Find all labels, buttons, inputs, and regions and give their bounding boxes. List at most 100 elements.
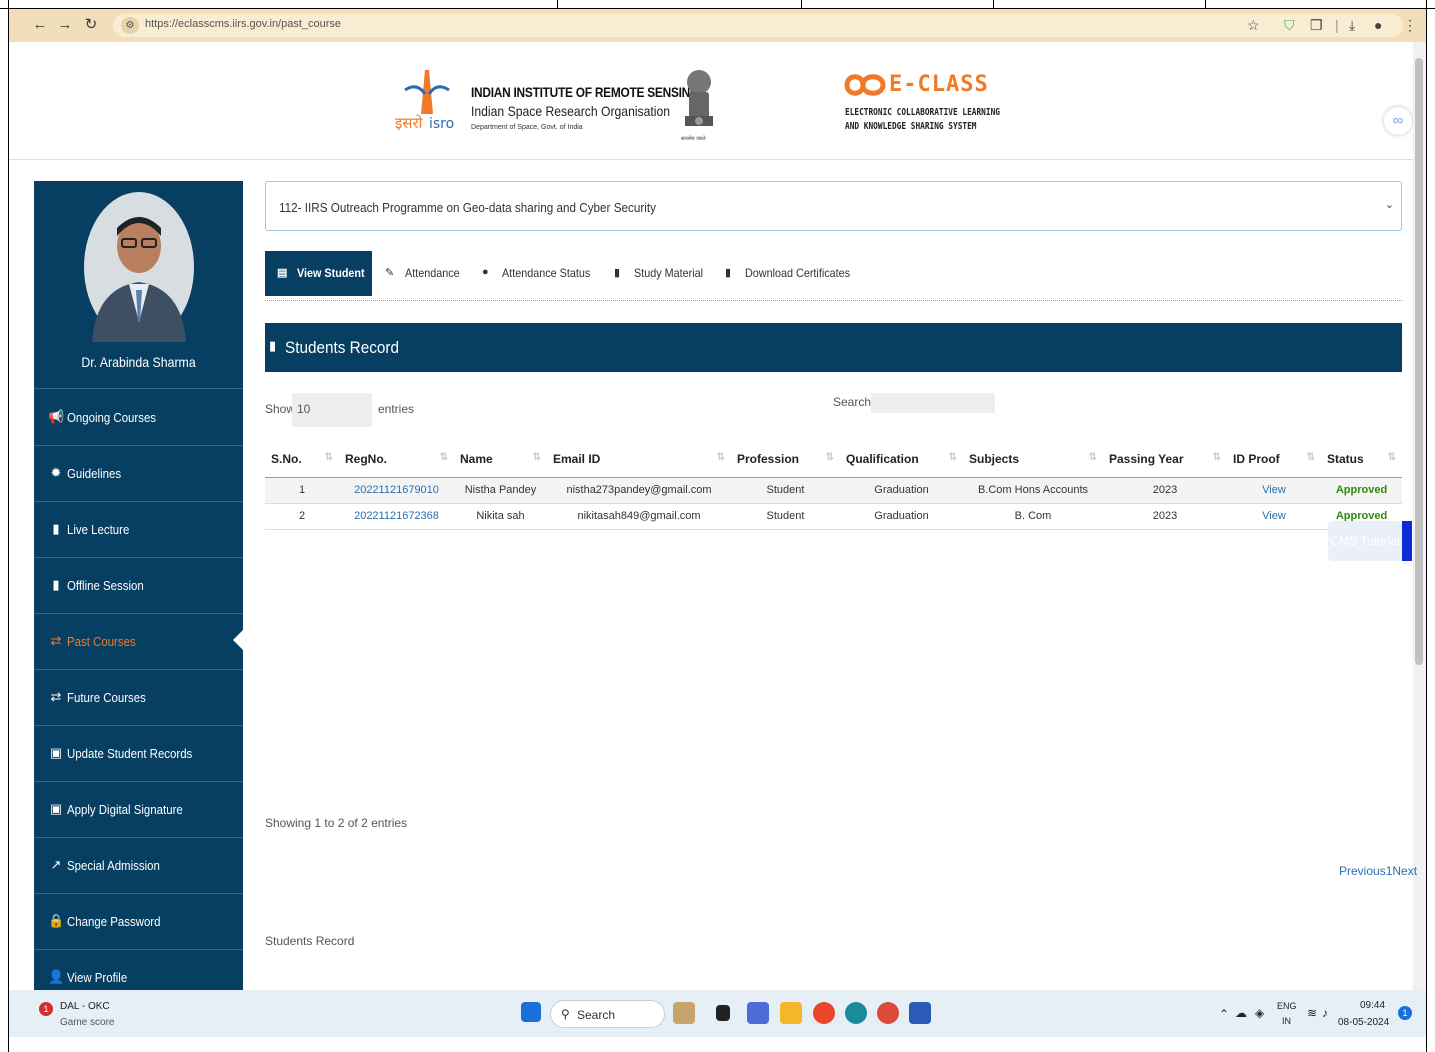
id-proof-view-link[interactable]: View bbox=[1227, 503, 1321, 530]
chrome-icon[interactable] bbox=[813, 1002, 835, 1024]
sidebar-item-guidelines[interactable]: ✹ Guidelines bbox=[34, 446, 243, 502]
table-row: 1 20221121679010 Nistha Pandey nistha273pan… bbox=[265, 477, 1402, 504]
column-header-label: Status bbox=[1327, 451, 1364, 466]
sidebar-item-past-courses[interactable]: ⇄ Past Courses bbox=[34, 614, 243, 670]
scrollbar-thumb[interactable] bbox=[1415, 58, 1423, 665]
tab-view-student[interactable]: ▤ View Student bbox=[265, 251, 372, 296]
sort-icon[interactable]: ⇅ bbox=[1307, 452, 1315, 463]
tray-cloud-icon[interactable]: ☁ bbox=[1235, 1006, 1247, 1020]
wifi-icon[interactable]: ≋ bbox=[1307, 1006, 1317, 1020]
column-header[interactable]: ID Proof ⇅ bbox=[1227, 441, 1321, 478]
sidebar-item-future-courses[interactable]: ⇄ Future Courses bbox=[34, 670, 243, 726]
site-info-icon[interactable]: ⚙ bbox=[121, 17, 139, 34]
gear-icon: ✹ bbox=[50, 465, 62, 480]
menu-kebab-icon[interactable]: ⋮ bbox=[1403, 16, 1417, 34]
book-icon: ▮ bbox=[269, 338, 277, 353]
sidebar-item-change-password[interactable]: 🔒 Change Password bbox=[34, 894, 243, 950]
footer-students-record: Students Record bbox=[265, 934, 355, 948]
entries-per-page-select[interactable]: 10 bbox=[292, 393, 372, 427]
sidebar-item-apply-digital-signature[interactable]: ▣ Apply Digital Signature bbox=[34, 782, 243, 838]
edge-icon[interactable] bbox=[845, 1002, 867, 1024]
table-cell: nikitasah849@gmail.com bbox=[547, 503, 731, 530]
volume-icon[interactable]: ♪ bbox=[1322, 1006, 1328, 1020]
sort-icon[interactable]: ⇅ bbox=[1388, 452, 1396, 463]
weather-subtitle[interactable]: Game score bbox=[60, 1017, 114, 1028]
language-indicator[interactable]: ENG bbox=[1277, 1001, 1297, 1011]
notification-badge[interactable]: 1 bbox=[1398, 1006, 1412, 1020]
column-header[interactable]: Status ⇅ bbox=[1321, 441, 1402, 478]
column-header[interactable]: Subjects ⇅ bbox=[963, 441, 1103, 478]
sort-icon[interactable]: ⇅ bbox=[1213, 452, 1221, 463]
page-scrollbar[interactable] bbox=[1413, 42, 1426, 990]
url-text[interactable]: https://eclasscms.iirs.gov.in/past_cours… bbox=[145, 18, 341, 30]
column-header[interactable]: Passing Year ⇅ bbox=[1103, 441, 1227, 478]
bookmark-star-icon[interactable]: ☆ bbox=[1247, 16, 1260, 34]
reload-button[interactable]: ↻ bbox=[82, 16, 100, 34]
cms-tutorial-button[interactable]: CMS Tutorial bbox=[1328, 521, 1402, 561]
task-view-icon[interactable] bbox=[716, 1005, 730, 1021]
entries-per-page-value[interactable]: 10 bbox=[297, 402, 310, 416]
sort-icon[interactable]: ⇅ bbox=[440, 452, 448, 463]
sidebar-item-special-admission[interactable]: ↗ Special Admission bbox=[34, 838, 243, 894]
frame-right-rule bbox=[1426, 0, 1427, 1052]
tray-app-icon[interactable]: ◈ bbox=[1255, 1006, 1264, 1020]
teams-icon[interactable] bbox=[747, 1002, 769, 1024]
sort-icon[interactable]: ⇅ bbox=[325, 452, 333, 463]
forward-button[interactable]: → bbox=[56, 16, 74, 34]
column-header[interactable]: Qualification ⇅ bbox=[840, 441, 963, 478]
profile-avatar-icon[interactable]: ● bbox=[1374, 16, 1382, 34]
chrome-active-icon[interactable] bbox=[877, 1002, 899, 1024]
column-header[interactable]: Email ID ⇅ bbox=[547, 441, 731, 478]
table-cell: nistha273pandey@gmail.com bbox=[547, 477, 731, 504]
sidebar-item-ongoing-courses[interactable]: 📢 Ongoing Courses bbox=[34, 390, 243, 446]
side-panel-button[interactable]: ∞ bbox=[1384, 107, 1412, 135]
column-header[interactable]: Name ⇅ bbox=[454, 441, 547, 478]
extensions-icon[interactable]: ❒ bbox=[1310, 16, 1323, 34]
tab-attendance[interactable]: ✎ Attendance bbox=[373, 251, 469, 296]
tab-download-certificates[interactable]: ▮ Download Certificates bbox=[713, 251, 863, 296]
sidebar-item-update-student-records[interactable]: ▣ Update Student Records bbox=[34, 726, 243, 782]
sort-icon[interactable]: ⇅ bbox=[533, 452, 541, 463]
sidebar-item-live-lecture[interactable]: ▮ Live Lecture bbox=[34, 502, 243, 558]
eclass-logo-icon bbox=[844, 74, 886, 96]
sort-icon[interactable]: ⇅ bbox=[949, 452, 957, 463]
column-header[interactable]: S.No. ⇅ bbox=[265, 441, 339, 478]
sort-icon[interactable]: ⇅ bbox=[717, 452, 725, 463]
tab-label: Attendance bbox=[405, 266, 460, 280]
windows-start-icon[interactable] bbox=[521, 1002, 541, 1022]
widgets-icon[interactable] bbox=[673, 1002, 695, 1024]
id-proof-view-link[interactable]: View bbox=[1227, 477, 1321, 504]
column-header[interactable]: RegNo. ⇅ bbox=[339, 441, 454, 478]
iirs-subtitle: Indian Space Research Organisation bbox=[471, 103, 671, 119]
sidebar-item-offline-session[interactable]: ▮ Offline Session bbox=[34, 558, 243, 614]
region-indicator[interactable]: IN bbox=[1282, 1016, 1291, 1026]
back-button[interactable]: ← bbox=[31, 16, 49, 34]
tray-chevron-icon[interactable]: ⌃ bbox=[1219, 1007, 1229, 1021]
browser-toolbar: ← → ↻ ⚙ https://eclasscms.iirs.gov.in/pa… bbox=[9, 9, 1426, 42]
course-select[interactable]: 112- IIRS Outreach Programme on Geo-data… bbox=[265, 181, 1402, 231]
course-select-value[interactable]: 112- IIRS Outreach Programme on Geo-data… bbox=[279, 200, 656, 215]
search-input[interactable] bbox=[871, 393, 995, 413]
sort-icon[interactable]: ⇅ bbox=[1089, 452, 1097, 463]
column-header[interactable]: Profession ⇅ bbox=[731, 441, 840, 478]
file-explorer-icon[interactable] bbox=[780, 1002, 802, 1024]
weather-title[interactable]: DAL - OKC bbox=[60, 1001, 110, 1012]
table-cell: Student bbox=[731, 503, 840, 530]
chevron-down-icon[interactable]: ⌄ bbox=[1385, 198, 1394, 211]
clock-date[interactable]: 08-05-2024 bbox=[1338, 1017, 1389, 1028]
word-icon[interactable] bbox=[909, 1002, 931, 1024]
sort-icon[interactable]: ⇅ bbox=[826, 452, 834, 463]
taskbar-search[interactable]: ⚲ Search bbox=[550, 1000, 665, 1028]
cms-tutorial-tab[interactable] bbox=[1402, 521, 1412, 561]
tab-study-material[interactable]: ▮ Study Material bbox=[602, 251, 712, 296]
shield-extension-icon[interactable]: ⛉ bbox=[1284, 16, 1295, 34]
next-page-link[interactable]: Next bbox=[1392, 864, 1417, 878]
clock-time[interactable]: 09:44 bbox=[1360, 1000, 1385, 1011]
regno-link[interactable]: 20221121679010 bbox=[339, 477, 454, 504]
download-icon[interactable]: ⤓ bbox=[1349, 16, 1355, 34]
regno-link[interactable]: 20221121672368 bbox=[339, 503, 454, 530]
profile-card: Dr. Arabinda Sharma bbox=[34, 181, 243, 389]
address-bar[interactable]: ⚙ https://eclasscms.iirs.gov.in/past_cou… bbox=[113, 14, 1403, 37]
previous-page-link[interactable]: Previous bbox=[1339, 864, 1386, 878]
tab-attendance-status[interactable]: ● Attendance Status bbox=[470, 251, 601, 296]
